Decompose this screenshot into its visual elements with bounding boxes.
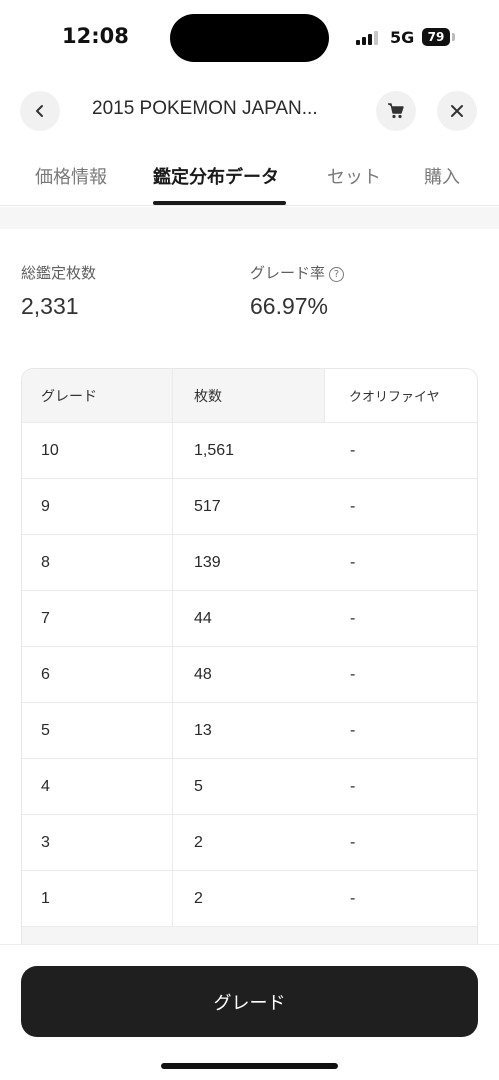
status-bar: 12:08 5G 79 [0,0,499,76]
count-cell: 44 [194,609,212,627]
grade-cell: 8 [22,535,173,590]
table-row: 5 13 - [22,703,477,759]
grade-button[interactable]: グレード [21,966,478,1037]
total-graded-value: 2,331 [21,293,79,319]
grade-cell: 5 [22,703,173,758]
grade-cell: 3 [22,815,173,870]
count-cell: 1,561 [194,441,235,459]
tab-bar: 価格情報 鑑定分布データ セット 購入 [0,148,499,206]
battery-icon: 79 [422,28,450,46]
grade-rate-label: グレード率? [250,262,345,283]
table-row: 4 5 - [22,759,477,815]
header-count: 枚数 [194,388,222,405]
count-cell: 5 [194,777,203,795]
qualifier-cell: - [324,703,477,758]
grade-cell: 9 [22,479,173,534]
dynamic-island [170,14,329,62]
header: 2015 POKEMON JAPAN... [0,84,499,138]
grade-cell: 6 [22,647,173,702]
table-row: 3 2 - [22,815,477,871]
signal-icon [356,31,381,45]
tab-set[interactable]: セット [327,163,381,189]
section-divider [0,207,499,229]
tab-purchase[interactable]: 購入 [424,163,460,189]
grade-cell: 10 [22,423,173,478]
count-cell: 13 [194,721,212,739]
table-row: 8 139 - [22,535,477,591]
qualifier-cell: - [324,647,477,702]
grade-rate-value: 66.97% [250,293,329,319]
cart-button[interactable] [376,91,416,131]
qualifier-cell: - [324,759,477,814]
qualifier-cell: - [324,535,477,590]
home-indicator[interactable] [161,1063,338,1069]
status-time: 12:08 [62,24,129,48]
count-cell: 48 [194,665,212,683]
close-button[interactable] [437,91,477,131]
battery-tip [452,33,455,41]
qualifier-cell: - [324,871,477,926]
grade-distribution-table: グレード 枚数 クオリファイヤ 10 1,561 - 9 517 - 8 139… [21,368,478,958]
count-cell: 517 [194,497,221,515]
grade-cell: 7 [22,591,173,646]
grade-cell: 4 [22,759,173,814]
table-row: 1 2 - [22,871,477,927]
qualifier-cell: - [324,479,477,534]
count-cell: 2 [194,833,203,851]
help-circle-icon[interactable]: ? [329,267,345,282]
grade-rate-label-text: グレード率 [250,264,326,282]
chevron-left-icon [36,105,43,117]
qualifier-cell: - [324,591,477,646]
back-button[interactable] [20,91,60,131]
header-grade: グレード [22,369,173,422]
active-tab-indicator [153,201,286,205]
header-qualifier: クオリファイヤ [324,369,477,422]
total-graded-label: 総鑑定枚数 [21,264,97,282]
table-row: 9 517 - [22,479,477,535]
cart-icon [388,103,404,119]
table-row: 6 48 - [22,647,477,703]
tab-price-info[interactable]: 価格情報 [35,163,107,189]
count-cell: 139 [194,553,221,571]
table-row: 10 1,561 - [22,423,477,479]
count-cell: 2 [194,889,203,907]
tab-grading-distribution[interactable]: 鑑定分布データ [153,163,279,189]
table-header-row: グレード 枚数 クオリファイヤ [22,369,477,423]
qualifier-cell: - [324,423,477,478]
close-icon [451,105,463,117]
qualifier-cell: - [324,815,477,870]
grade-cell: 1 [22,871,173,926]
network-label: 5G [390,28,415,47]
table-row: 7 44 - [22,591,477,647]
page-title: 2015 POKEMON JAPAN... [92,98,318,119]
